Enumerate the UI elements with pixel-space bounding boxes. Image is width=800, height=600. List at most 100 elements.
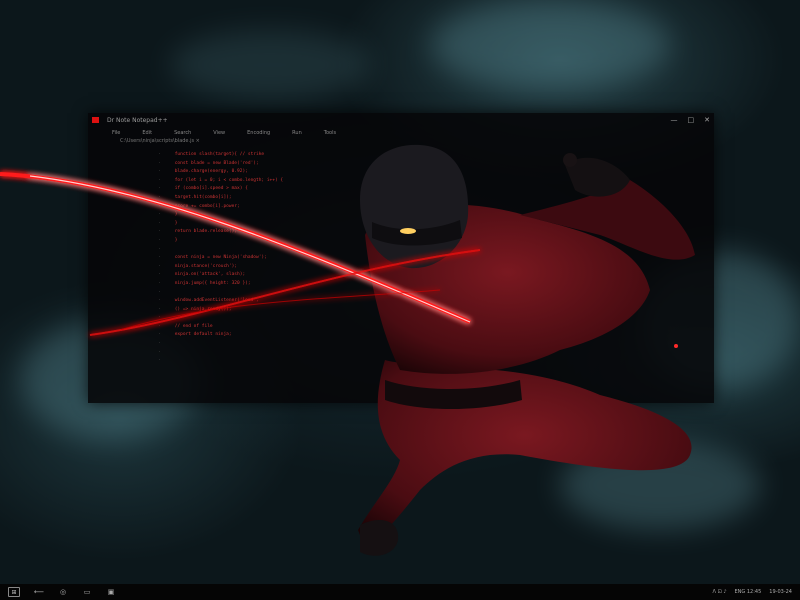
code-line[interactable]: · — [158, 357, 458, 366]
code-line[interactable]: · ninja.jump({ height: 320 }); — [158, 280, 458, 289]
line-number: · — [158, 220, 161, 226]
smoke-wisp — [170, 30, 370, 100]
editor-app-icon[interactable]: ▣ — [106, 588, 116, 596]
menu-view[interactable]: View — [213, 130, 225, 136]
code-line[interactable]: · window.addEventListener('load', — [158, 297, 458, 306]
code-line[interactable]: · return blade.release(); — [158, 228, 458, 237]
code-text: function slash(target){ // strike — [172, 152, 265, 157]
tray-date[interactable]: 19-03-24 — [769, 589, 792, 595]
code-line[interactable]: · } — [158, 237, 458, 246]
tray-icons[interactable]: ᐱ ⊡ ♪ — [713, 589, 727, 595]
code-line[interactable]: · ninja.on('attack', slash); — [158, 271, 458, 280]
search-icon[interactable]: ◎ — [58, 588, 68, 596]
code-line[interactable]: · — [158, 246, 458, 255]
close-button[interactable]: ✕ — [704, 116, 710, 124]
menu-bar: File Edit Search View Encoding Run Tools — [88, 127, 714, 138]
smoke-wisp — [560, 440, 760, 530]
code-line[interactable]: · — [158, 289, 458, 298]
line-number: · — [158, 358, 161, 364]
window-title: Dr Note Notepad++ — [107, 116, 168, 124]
menu-encoding[interactable]: Encoding — [247, 130, 270, 136]
smoke-wisp — [430, 0, 670, 90]
line-number: · — [158, 289, 161, 295]
file-tab[interactable]: C:\Users\ninja\scripts\blade.js × — [88, 138, 714, 147]
start-button[interactable]: ⊞ — [8, 587, 20, 597]
code-area[interactable]: · function slash(target){ // strike · con… — [158, 151, 458, 366]
tray-language-time[interactable]: ENG 12:45 — [735, 589, 762, 595]
code-line[interactable]: · — [158, 340, 458, 349]
code-text: for (let i = 0; i < combo.length; i++) { — [172, 177, 284, 183]
code-text: const blade = new Blade('red'); — [172, 160, 259, 166]
code-line[interactable]: · const blade = new Blade('red'); — [158, 160, 458, 169]
line-number: · — [158, 229, 161, 235]
code-line[interactable]: · if (combo[i].speed > max) { — [158, 185, 458, 194]
code-line[interactable]: · target.hit(combo[i]); — [158, 194, 458, 203]
task-view-icon[interactable]: ▭ — [82, 588, 92, 596]
ninja-boot — [360, 520, 399, 556]
code-line[interactable]: · for (let i = 0; i < combo.length; i++)… — [158, 177, 458, 186]
code-text: // end of file — [172, 323, 213, 329]
code-text: window.addEventListener('load', — [172, 298, 259, 304]
code-text: return blade.release(); — [172, 229, 238, 235]
code-text: () => ninja.ready()); — [172, 306, 232, 312]
line-number: · — [158, 152, 161, 157]
line-number: · — [158, 349, 161, 355]
code-text: } — [172, 237, 178, 243]
code-text: } — [172, 212, 178, 218]
line-number: · — [158, 194, 161, 200]
code-line[interactable]: · score += combo[i].power; — [158, 203, 458, 212]
line-number: · — [158, 169, 161, 175]
code-text: const ninja = new Ninja('shadow'); — [172, 255, 267, 261]
code-text: export default ninja; — [172, 332, 232, 338]
line-number: · — [158, 186, 161, 192]
code-editor-window[interactable]: Dr Note Notepad++ — □ ✕ File Edit Search… — [88, 113, 714, 403]
line-number: · — [158, 315, 161, 321]
menu-file[interactable]: File — [112, 130, 120, 136]
window-controls: — □ ✕ — [671, 116, 711, 124]
code-line[interactable]: · } — [158, 220, 458, 229]
line-number: · — [158, 341, 161, 347]
back-icon[interactable]: ⟵ — [34, 588, 44, 596]
line-number: · — [158, 203, 161, 209]
menu-edit[interactable]: Edit — [142, 130, 152, 136]
app-icon — [92, 117, 99, 123]
desktop-wallpaper: Dr Note Notepad++ — □ ✕ File Edit Search… — [0, 0, 800, 584]
line-number: · — [158, 177, 161, 183]
line-number: · — [158, 332, 161, 338]
line-number: · — [158, 237, 161, 243]
menu-tools[interactable]: Tools — [324, 130, 336, 136]
line-number: · — [158, 246, 161, 252]
menu-search[interactable]: Search — [174, 130, 191, 136]
code-line[interactable]: · () => ninja.ready()); — [158, 306, 458, 315]
code-line[interactable]: · — [158, 349, 458, 358]
system-tray: ᐱ ⊡ ♪ ENG 12:45 19-03-24 — [713, 589, 800, 595]
code-text: if (combo[i].speed > max) { — [172, 186, 248, 192]
editor-titlebar[interactable]: Dr Note Notepad++ — □ ✕ — [88, 113, 714, 127]
code-text: blade.charge(energy, 0.92); — [172, 169, 248, 175]
code-text: ninja.on('attack', slash); — [172, 272, 246, 278]
code-line[interactable]: · } — [158, 211, 458, 220]
code-text: target.hit(combo[i]); — [172, 194, 232, 200]
taskbar: ⊞ ⟵ ◎ ▭ ▣ ᐱ ⊡ ♪ ENG 12:45 19-03-24 — [0, 584, 800, 600]
menu-run[interactable]: Run — [292, 130, 302, 136]
line-number: · — [158, 272, 161, 278]
code-line[interactable]: · export default ninja; — [158, 331, 458, 340]
code-text: } — [172, 220, 178, 226]
code-text: score += combo[i].power; — [172, 203, 240, 209]
code-text: ninja.stance('crouch'); — [172, 263, 238, 269]
minimize-button[interactable]: — — [671, 116, 678, 124]
line-number: · — [158, 255, 161, 261]
code-line[interactable]: · ninja.stance('crouch'); — [158, 263, 458, 272]
code-line[interactable]: · — [158, 314, 458, 323]
line-number: · — [158, 298, 161, 304]
maximize-button[interactable]: □ — [688, 116, 695, 124]
code-line[interactable]: · blade.charge(energy, 0.92); — [158, 168, 458, 177]
code-line[interactable]: · // end of file — [158, 323, 458, 332]
code-text: ninja.jump({ height: 320 }); — [172, 280, 251, 286]
line-number: · — [158, 280, 161, 286]
line-number: · — [158, 160, 161, 166]
line-number: · — [158, 263, 161, 269]
code-line[interactable]: · function slash(target){ // strike — [158, 151, 458, 160]
line-number: · — [158, 306, 161, 312]
code-line[interactable]: · const ninja = new Ninja('shadow'); — [158, 254, 458, 263]
